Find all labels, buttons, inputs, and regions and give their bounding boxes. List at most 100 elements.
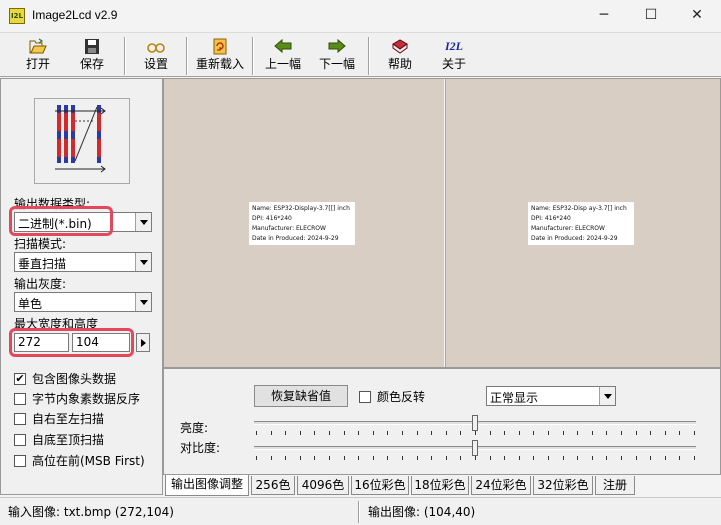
toolbar-separator [368, 37, 370, 75]
settings-button[interactable]: 设置 [132, 36, 180, 76]
checkbox[interactable] [14, 393, 26, 405]
option-label: 自右至左扫描 [32, 412, 105, 426]
chevron-down-icon[interactable] [135, 293, 151, 311]
slider-tick [416, 456, 418, 460]
title-bar: I2L Image2Lcd v2.9 ─ ☐ ✕ [0, 0, 721, 32]
help-button[interactable]: 帮助 [376, 36, 424, 76]
checkbox[interactable]: ✔ [14, 373, 26, 385]
help-book-icon [392, 39, 408, 54]
tab-register[interactable]: 注册 [595, 476, 635, 495]
slider-tick [329, 456, 330, 460]
maximize-button[interactable]: ☐ [628, 0, 674, 32]
slider-tick [314, 431, 316, 435]
tab-32bit-color[interactable]: 32位彩色 [533, 476, 593, 495]
slider-tick [606, 431, 608, 435]
reload-label: 重新载入 [195, 57, 244, 71]
slider-tick [256, 456, 257, 460]
app-icon: I2L [9, 8, 25, 24]
slider-tick [270, 456, 272, 460]
checkbox[interactable] [359, 391, 371, 403]
chevron-down-icon[interactable] [135, 213, 151, 231]
slider-tick [533, 431, 535, 435]
slider-tick [518, 431, 520, 435]
brightness-slider[interactable] [472, 415, 478, 431]
slider-tick [504, 431, 506, 435]
slider-tick [591, 431, 593, 435]
save-button[interactable]: 保存 [68, 36, 116, 76]
slider-tick [504, 456, 506, 460]
image-line: Date in Produced: 2024-9-29 [252, 235, 339, 242]
toolbar: 打开 保存 设置 重新载入 上一幅 下一幅 帮助 I2L 关于 [0, 32, 721, 77]
toolbar-separator [186, 37, 188, 75]
slider-tick [299, 456, 301, 460]
slider-tick [577, 456, 579, 460]
slider-tick [285, 456, 287, 460]
slider-tick [548, 431, 549, 435]
gray-label: 输出灰度: [14, 277, 67, 291]
slider-tick [635, 431, 637, 435]
next-button[interactable]: 下一幅 [312, 36, 362, 76]
image-line: DPI: 416*240 [531, 215, 571, 222]
restore-default-button[interactable]: 恢复缺省值 [254, 385, 348, 407]
tab-output-adjust[interactable]: 输出图像调整 [165, 475, 249, 496]
checkbox[interactable] [14, 434, 26, 446]
gray-value: 单色 [18, 297, 43, 311]
next-label: 下一幅 [318, 57, 355, 71]
contrast-slider[interactable] [472, 440, 478, 456]
minimize-button[interactable]: ─ [581, 0, 627, 32]
slider-tick [548, 456, 549, 460]
image-line: Name: ESP32-Disp ay-3.7[] inch [531, 205, 627, 212]
image-line: DPI: 416*240 [252, 215, 292, 222]
reload-button[interactable]: 重新载入 [192, 36, 248, 76]
slider-tick [416, 431, 418, 435]
option-label: 高位在前(MSB First) [32, 454, 145, 468]
option-label: 自底至顶扫描 [32, 433, 105, 447]
slider-tick [635, 456, 637, 460]
close-button[interactable]: ✕ [674, 0, 720, 32]
slider-tick [533, 456, 535, 460]
slider-tick [402, 456, 403, 460]
about-logo-icon: I2L [445, 39, 463, 53]
about-button[interactable]: I2L 关于 [430, 36, 478, 76]
tab-18bit-color[interactable]: 18位彩色 [411, 476, 469, 495]
chevron-down-icon[interactable] [599, 387, 615, 405]
slider-tick [445, 431, 447, 435]
tab-16bit-color[interactable]: 16位彩色 [351, 476, 409, 495]
tab-24bit-color[interactable]: 24位彩色 [471, 476, 531, 495]
size-apply-arrow-icon[interactable] [136, 333, 150, 352]
slider-tick [387, 431, 389, 435]
tab-256-color[interactable]: 256色 [251, 476, 295, 495]
tab-4096-color[interactable]: 4096色 [297, 476, 349, 495]
settings-panel: 输出数据类型: 二进制(*.bin) 扫描模式: 垂直扫描 输出灰度: 单色 最… [0, 78, 163, 495]
scan-direction-icon [55, 105, 106, 173]
checkbox[interactable] [14, 413, 26, 425]
output-image-status: 输出图像: (104,40) [368, 505, 476, 519]
slider-tick [460, 431, 462, 435]
slider-tick [694, 431, 695, 435]
slider-tick [562, 456, 564, 460]
invert-color-label: 颜色反转 [377, 390, 426, 404]
previous-button[interactable]: 上一幅 [258, 36, 308, 76]
glasses-icon [147, 43, 165, 53]
status-separator [358, 501, 360, 523]
pane-divider [444, 79, 446, 367]
image-line: Name: ESP32-Display-3.7[[] inch [252, 205, 350, 212]
status-bar: 输入图像: txt.bmp (272,104) 输出图像: (104,40) [0, 497, 721, 525]
image-line: Date in Produced: 2024-9-29 [531, 235, 618, 242]
input-image: Name: ESP32-Display-3.7[[] inch DPI: 416… [249, 202, 355, 245]
slider-tick [518, 456, 520, 460]
about-label: 关于 [441, 57, 466, 71]
toolbar-separator [252, 37, 254, 75]
chevron-down-icon[interactable] [135, 253, 151, 271]
slider-tick [679, 456, 681, 460]
gray-select[interactable]: 单色 [14, 292, 152, 312]
adjust-panel: 恢复缺省值 颜色反转 正常显示 亮度: 对比度: [163, 368, 721, 475]
output-image: Name: ESP32-Disp ay-3.7[] inch DPI: 416*… [528, 202, 634, 245]
slider-tick [299, 431, 301, 435]
slider-tick [387, 456, 389, 460]
open-button[interactable]: 打开 [14, 36, 62, 76]
checkbox[interactable] [14, 455, 26, 467]
display-mode-select[interactable]: 正常显示 [486, 386, 616, 406]
scan-mode-select[interactable]: 垂直扫描 [14, 252, 152, 272]
slider-tick [591, 456, 593, 460]
